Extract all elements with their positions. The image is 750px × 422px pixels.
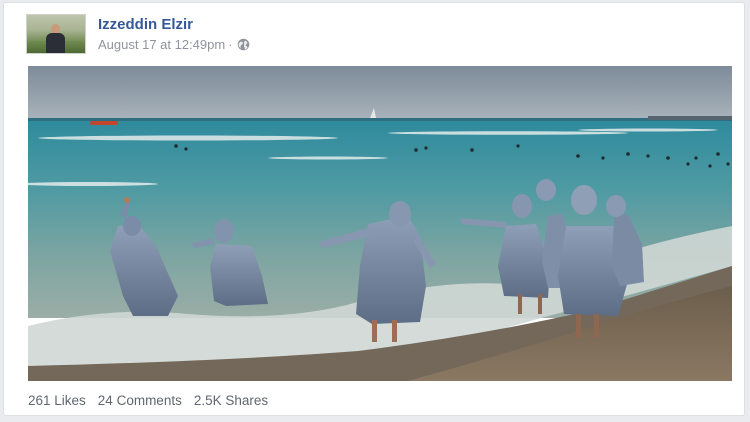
post-card: Izzeddin Elzir August 17 at 12:49pm · 26… — [3, 2, 745, 416]
comments-count-link[interactable]: 24 Comments — [98, 393, 182, 408]
photo-red-buoy — [90, 121, 118, 125]
author-avatar[interactable] — [26, 14, 86, 54]
meta-separator: · — [228, 37, 233, 52]
post-stats: 261 Likes 24 Comments 2.5K Shares — [28, 393, 268, 408]
shares-count-link[interactable]: 2.5K Shares — [194, 393, 268, 408]
post-meta: August 17 at 12:49pm · — [98, 37, 250, 52]
likes-count-link[interactable]: 261 Likes — [28, 393, 86, 408]
photo-sky — [28, 66, 732, 120]
avatar-person-body — [46, 33, 65, 53]
globe-icon[interactable] — [237, 38, 250, 51]
author-name-link[interactable]: Izzeddin Elzir — [98, 16, 193, 33]
post-photo[interactable] — [28, 66, 732, 381]
post-timestamp[interactable]: August 17 at 12:49pm — [98, 37, 225, 52]
